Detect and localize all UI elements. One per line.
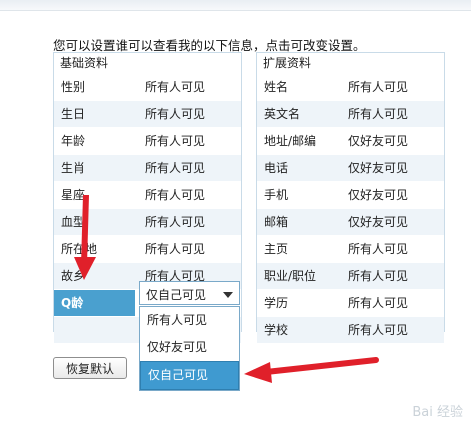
basic-info-header: 基础资料 bbox=[54, 53, 241, 73]
row-label: 性别 bbox=[61, 80, 86, 94]
privacy-row[interactable]: 地址/邮编 仅好友可见 bbox=[257, 127, 444, 154]
row-visibility[interactable]: 所有人可见 bbox=[348, 317, 408, 343]
privacy-row[interactable]: 手机 仅好友可见 bbox=[257, 181, 444, 208]
privacy-row[interactable]: 电话 仅好友可见 bbox=[257, 154, 444, 181]
row-label: 职业/职位 bbox=[264, 269, 317, 283]
row-label: 英文名 bbox=[264, 107, 301, 121]
privacy-row[interactable]: 生肖 所有人可见 bbox=[54, 154, 241, 181]
row-label: 生肖 bbox=[61, 161, 86, 175]
row-label: 邮箱 bbox=[264, 215, 289, 229]
row-visibility[interactable]: 所有人可见 bbox=[145, 236, 205, 262]
row-visibility[interactable]: 所有人可见 bbox=[145, 128, 205, 154]
row-visibility[interactable]: 所有人可见 bbox=[348, 74, 408, 100]
extended-info-header: 扩展资料 bbox=[257, 53, 444, 73]
dropdown-option-friends[interactable]: 仅好友可见 bbox=[140, 334, 239, 361]
row-visibility[interactable]: 所有人可见 bbox=[145, 101, 205, 127]
extended-info-panel: 扩展资料 姓名 所有人可见 英文名 所有人可见 地址/邮编 仅好友可见 电话 仅… bbox=[256, 52, 445, 343]
row-label: 主页 bbox=[264, 242, 289, 256]
row-label: 血型 bbox=[61, 215, 86, 229]
privacy-row[interactable]: 职业/职位 所有人可见 bbox=[257, 262, 444, 289]
dropdown-option-self[interactable]: 仅自己可见 bbox=[140, 361, 239, 390]
privacy-row[interactable]: 性别 所有人可见 bbox=[54, 73, 241, 100]
chevron-down-icon[interactable] bbox=[223, 292, 233, 298]
privacy-row[interactable]: 邮箱 仅好友可见 bbox=[257, 208, 444, 235]
row-visibility[interactable]: 所有人可见 bbox=[348, 263, 408, 289]
row-label: 学历 bbox=[264, 296, 289, 310]
row-label: 地址/邮编 bbox=[264, 134, 317, 148]
privacy-row[interactable]: 学校 所有人可见 bbox=[257, 316, 444, 343]
qage-visibility-select[interactable]: 仅自己可见 bbox=[139, 281, 240, 305]
row-label: 姓名 bbox=[264, 80, 289, 94]
select-value: 仅自己可见 bbox=[146, 288, 207, 302]
privacy-row[interactable]: 姓名 所有人可见 bbox=[257, 73, 444, 100]
row-label: 故乡 bbox=[61, 269, 86, 283]
row-visibility[interactable]: 仅好友可见 bbox=[348, 128, 408, 154]
privacy-row[interactable]: 血型 所有人可见 bbox=[54, 208, 241, 235]
row-label: 年龄 bbox=[61, 134, 86, 148]
privacy-row[interactable]: 主页 所有人可见 bbox=[257, 235, 444, 262]
row-visibility[interactable]: 仅好友可见 bbox=[348, 155, 408, 181]
row-label: 学校 bbox=[264, 323, 289, 337]
qage-visibility-dropdown: 所有人可见 仅好友可见 仅自己可见 bbox=[139, 306, 240, 391]
row-label: 星座 bbox=[61, 188, 86, 202]
privacy-row[interactable]: 所在地 所有人可见 bbox=[54, 235, 241, 262]
row-visibility[interactable]: 所有人可见 bbox=[145, 74, 205, 100]
row-label: 手机 bbox=[264, 188, 289, 202]
reset-default-button[interactable]: 恢复默认 bbox=[53, 357, 127, 379]
dropdown-option-everyone[interactable]: 所有人可见 bbox=[140, 307, 239, 334]
top-bar bbox=[0, 0, 471, 11]
privacy-row[interactable]: 英文名 所有人可见 bbox=[257, 100, 444, 127]
row-visibility[interactable]: 所有人可见 bbox=[348, 290, 408, 316]
row-label: 所在地 bbox=[61, 242, 98, 256]
row-visibility[interactable]: 仅好友可见 bbox=[348, 209, 408, 235]
row-label: 生日 bbox=[61, 107, 86, 121]
row-visibility[interactable]: 所有人可见 bbox=[348, 236, 408, 262]
privacy-row[interactable]: 生日 所有人可见 bbox=[54, 100, 241, 127]
row-label: 电话 bbox=[264, 161, 289, 175]
row-visibility[interactable]: 所有人可见 bbox=[348, 101, 408, 127]
annotation-arrow-left-icon bbox=[244, 357, 379, 383]
row-visibility[interactable]: 所有人可见 bbox=[145, 209, 205, 235]
row-label: Q龄 bbox=[61, 296, 84, 310]
privacy-row[interactable]: 年龄 所有人可见 bbox=[54, 127, 241, 154]
privacy-row[interactable]: 学历 所有人可见 bbox=[257, 289, 444, 316]
row-visibility[interactable]: 所有人可见 bbox=[145, 182, 205, 208]
row-visibility[interactable]: 所有人可见 bbox=[145, 155, 205, 181]
watermark: Bai 经验 bbox=[412, 405, 463, 420]
privacy-row[interactable]: 星座 所有人可见 bbox=[54, 181, 241, 208]
row-visibility[interactable]: 仅好友可见 bbox=[348, 182, 408, 208]
